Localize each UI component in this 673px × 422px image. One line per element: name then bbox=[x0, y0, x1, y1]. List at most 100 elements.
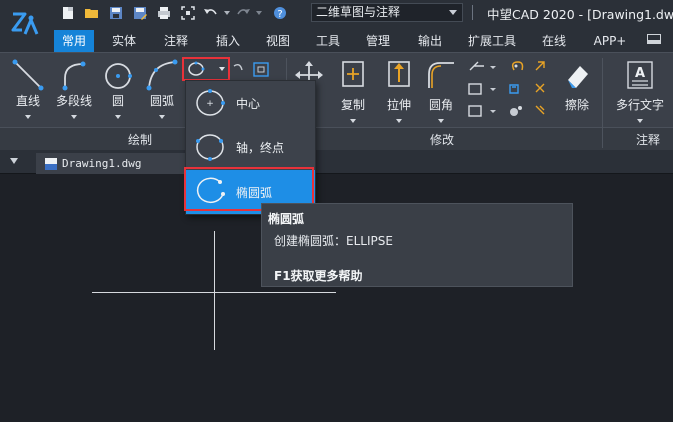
new-file-icon[interactable] bbox=[56, 3, 80, 23]
workspace-value: 二维草图与注释 bbox=[316, 5, 401, 19]
tab-extension-tools[interactable]: 扩展工具 bbox=[460, 30, 524, 52]
chevron-down-icon[interactable] bbox=[25, 115, 31, 119]
more-draw-tools[interactable] bbox=[232, 62, 274, 78]
dwg-file-icon bbox=[45, 157, 57, 170]
app-logo[interactable] bbox=[0, 0, 50, 52]
mtext-icon: A bbox=[627, 61, 653, 89]
tab-online[interactable]: 在线 bbox=[534, 30, 574, 52]
fillet-icon bbox=[428, 62, 454, 88]
copy-icon bbox=[342, 61, 364, 87]
modify-panel-title: 修改 bbox=[430, 133, 455, 147]
open-folder-icon[interactable] bbox=[80, 3, 104, 23]
document-tab-label: Drawing1.dwg bbox=[62, 157, 142, 170]
tab-home[interactable]: 常用 bbox=[54, 30, 94, 52]
arc-label: 圆弧 bbox=[149, 94, 174, 108]
chevron-down-icon[interactable] bbox=[115, 115, 121, 119]
title-bar: ? 二维草图与注释 中望CAD 2020 - [Drawing1.dwg] bbox=[0, 0, 673, 26]
crosshair-vertical bbox=[214, 231, 215, 350]
eraser-icon bbox=[568, 66, 588, 88]
workspace-select[interactable]: 二维草图与注释 bbox=[311, 3, 463, 22]
ribbon-panel-titles bbox=[0, 127, 673, 150]
rectangle-icon bbox=[233, 62, 269, 77]
mtext-button[interactable]: A 多行文字 bbox=[612, 60, 668, 123]
copy-label: 复制 bbox=[340, 98, 365, 112]
trim-icon[interactable] bbox=[469, 61, 496, 71]
undo-icon[interactable] bbox=[200, 3, 234, 23]
stretch-label: 拉伸 bbox=[386, 98, 411, 112]
ellipse-axis-end-icon bbox=[186, 125, 236, 169]
line-label: 直线 bbox=[15, 94, 40, 108]
ellipse-highlight-box bbox=[182, 57, 230, 81]
annotate-panel-title: 注释 bbox=[636, 133, 661, 147]
erase-button[interactable]: 擦除 bbox=[560, 60, 594, 113]
erase-label: 擦除 bbox=[564, 98, 589, 112]
tab-insert[interactable]: 插入 bbox=[208, 30, 248, 52]
chevron-down-icon[interactable] bbox=[71, 115, 77, 119]
quick-access-toolbar: ? bbox=[56, 3, 292, 23]
tooltip-title: 椭圆弧 bbox=[268, 212, 305, 226]
ellipse-axis-end-item[interactable]: 轴，终点 bbox=[186, 125, 315, 169]
tooltip: 椭圆弧 创建椭圆弧：ELLIPSE F1获取更多帮助 bbox=[261, 203, 573, 287]
chevron-down-icon[interactable] bbox=[10, 158, 18, 164]
chevron-down-icon bbox=[449, 10, 457, 15]
circle-icon bbox=[105, 63, 132, 89]
copy-button[interactable]: 复制 bbox=[336, 60, 370, 123]
print-icon[interactable] bbox=[152, 3, 176, 23]
help-icon[interactable]: ? bbox=[268, 3, 292, 23]
chevron-down-icon[interactable] bbox=[438, 119, 444, 123]
tab-view[interactable]: 视图 bbox=[258, 30, 298, 52]
svg-text:+: + bbox=[206, 99, 214, 109]
circle-button[interactable]: 圆 bbox=[100, 58, 136, 119]
join-icon[interactable] bbox=[510, 106, 522, 116]
polyline-button[interactable]: 多段线 bbox=[52, 58, 96, 119]
offset-icon[interactable] bbox=[468, 105, 496, 117]
tooltip-description: 创建椭圆弧：ELLIPSE bbox=[274, 234, 393, 248]
svg-text:A: A bbox=[635, 66, 645, 81]
tab-tools[interactable]: 工具 bbox=[308, 30, 348, 52]
tab-app-plus[interactable]: APP+ bbox=[586, 30, 634, 52]
modify-small-tools bbox=[466, 58, 556, 122]
draw-panel-title: 绘制 bbox=[128, 133, 153, 147]
ellipse-center-label: 中心 bbox=[236, 96, 261, 111]
chevron-down-icon[interactable] bbox=[350, 119, 356, 123]
zoom-extents-icon[interactable] bbox=[176, 3, 200, 23]
line-button[interactable]: 直线 bbox=[10, 58, 46, 119]
circle-label: 圆 bbox=[111, 94, 124, 108]
rotate-icon[interactable] bbox=[511, 61, 524, 71]
tab-manage[interactable]: 管理 bbox=[358, 30, 398, 52]
stretch-button[interactable]: 拉伸 bbox=[382, 60, 416, 123]
fillet-button[interactable]: 圆角 bbox=[424, 60, 458, 123]
crosshair-horizontal bbox=[92, 292, 336, 293]
scale-icon[interactable] bbox=[535, 61, 545, 71]
mtext-label: 多行文字 bbox=[615, 98, 664, 112]
svg-text:?: ? bbox=[277, 9, 282, 20]
explode-icon[interactable] bbox=[535, 83, 545, 93]
chevron-down-icon[interactable] bbox=[159, 115, 165, 119]
stretch-icon bbox=[388, 61, 410, 87]
tab-output[interactable]: 输出 bbox=[410, 30, 450, 52]
window-title: 中望CAD 2020 - [Drawing1.dwg] bbox=[487, 7, 673, 22]
tab-solid[interactable]: 实体 bbox=[104, 30, 144, 52]
chevron-down-icon[interactable] bbox=[396, 119, 402, 123]
document-tab[interactable]: Drawing1.dwg bbox=[36, 153, 186, 174]
tooltip-help: F1获取更多帮助 bbox=[274, 269, 363, 283]
ribbon-tabs: 常用 实体 注释 插入 视图 工具 管理 输出 扩展工具 在线 APP+ bbox=[50, 26, 673, 52]
ellipse-axis-end-label: 轴，终点 bbox=[236, 140, 285, 155]
array-icon[interactable] bbox=[509, 84, 519, 94]
document-tab-bar: Drawing1.dwg bbox=[0, 150, 673, 174]
minimize-ribbon-icon[interactable] bbox=[647, 34, 661, 44]
arc-button[interactable]: 圆弧 bbox=[142, 58, 182, 119]
title-separator bbox=[472, 5, 473, 20]
fillet-label: 圆角 bbox=[428, 98, 453, 112]
panel-separator bbox=[602, 58, 603, 148]
redo-icon[interactable] bbox=[234, 3, 268, 23]
save-icon[interactable] bbox=[104, 3, 128, 23]
chevron-down-icon[interactable] bbox=[637, 119, 643, 123]
tab-annotate[interactable]: 注释 bbox=[156, 30, 196, 52]
polyline-label: 多段线 bbox=[55, 94, 92, 108]
break-icon[interactable] bbox=[535, 105, 545, 115]
polyline-icon bbox=[62, 61, 86, 91]
ellipse-center-item[interactable]: + 中心 bbox=[186, 81, 315, 125]
save-as-icon[interactable] bbox=[128, 3, 152, 23]
mirror-icon[interactable] bbox=[468, 83, 496, 95]
